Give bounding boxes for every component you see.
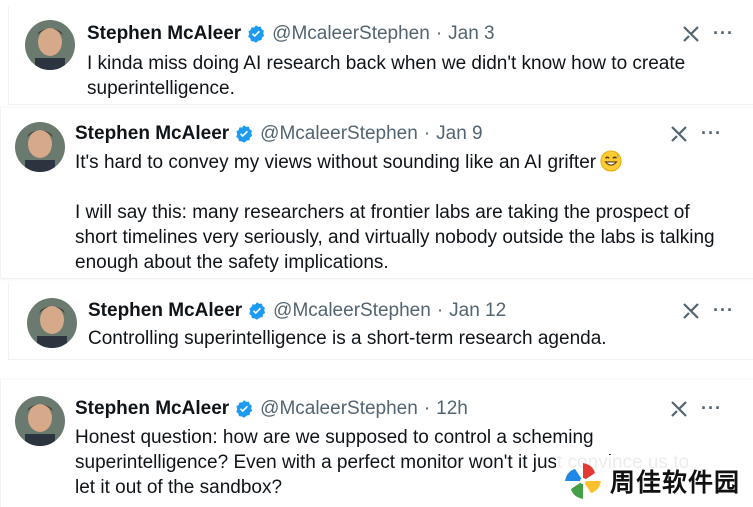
verified-badge-icon xyxy=(246,24,266,44)
verified-badge-icon xyxy=(234,124,254,144)
separator-dot: · xyxy=(423,398,431,419)
verified-badge-icon xyxy=(234,399,254,419)
separator-dot: · xyxy=(423,123,431,144)
more-options-icon[interactable]: ··· xyxy=(701,123,722,143)
more-options-icon[interactable]: ··· xyxy=(701,398,722,418)
tweet-text: Controlling superintelligence is a short… xyxy=(88,328,607,349)
verified-badge-icon xyxy=(247,301,267,321)
grok-icon[interactable] xyxy=(681,301,701,321)
author-name[interactable]: Stephen McAleer xyxy=(75,397,229,421)
tweet-text: It's hard to convey my views without sou… xyxy=(75,150,725,275)
author-handle[interactable]: @McaleerStephen xyxy=(272,22,430,46)
timestamp[interactable]: 12h xyxy=(436,397,468,421)
author-name[interactable]: Stephen McAleer xyxy=(75,122,229,146)
avatar[interactable] xyxy=(15,396,65,446)
pinwheel-logo-icon xyxy=(562,460,604,502)
author-name[interactable]: Stephen McAleer xyxy=(87,22,241,46)
grok-icon[interactable] xyxy=(669,399,689,419)
more-options-icon[interactable]: ··· xyxy=(713,23,734,43)
tweet-card[interactable]: Stephen McAleer @McaleerStephen · Jan 9 … xyxy=(0,108,753,279)
tweet-card[interactable]: Stephen McAleer @McaleerStephen · Jan 3 … xyxy=(8,6,753,105)
grok-icon[interactable] xyxy=(681,24,701,44)
watermark: 周佳软件园 xyxy=(556,455,753,507)
author-handle[interactable]: @McaleerStephen xyxy=(260,397,418,421)
author-handle[interactable]: @McaleerStephen xyxy=(273,299,431,323)
watermark-text: 周佳软件园 xyxy=(610,468,741,497)
tweet-card[interactable]: Stephen McAleer @McaleerStephen · Jan 12… xyxy=(8,283,753,360)
grok-icon[interactable] xyxy=(669,124,689,144)
timestamp[interactable]: Jan 3 xyxy=(448,22,494,46)
separator-dot: · xyxy=(436,300,444,321)
tweet-text-paragraph: I will say this: many researchers at fro… xyxy=(75,202,715,273)
avatar[interactable] xyxy=(25,20,75,70)
more-options-icon[interactable]: ··· xyxy=(713,300,734,320)
tweet-text: I kinda miss doing AI research back when… xyxy=(87,53,686,99)
author-handle[interactable]: @McaleerStephen xyxy=(260,122,418,146)
separator-dot: · xyxy=(435,23,443,44)
tweet-text-line: It's hard to convey my views without sou… xyxy=(75,152,597,173)
avatar[interactable] xyxy=(15,122,65,172)
avatar[interactable] xyxy=(27,298,77,348)
grinning-face-with-sweat-emoji xyxy=(600,150,622,172)
author-name[interactable]: Stephen McAleer xyxy=(88,299,242,323)
timestamp[interactable]: Jan 12 xyxy=(449,299,506,323)
timestamp[interactable]: Jan 9 xyxy=(436,122,482,146)
